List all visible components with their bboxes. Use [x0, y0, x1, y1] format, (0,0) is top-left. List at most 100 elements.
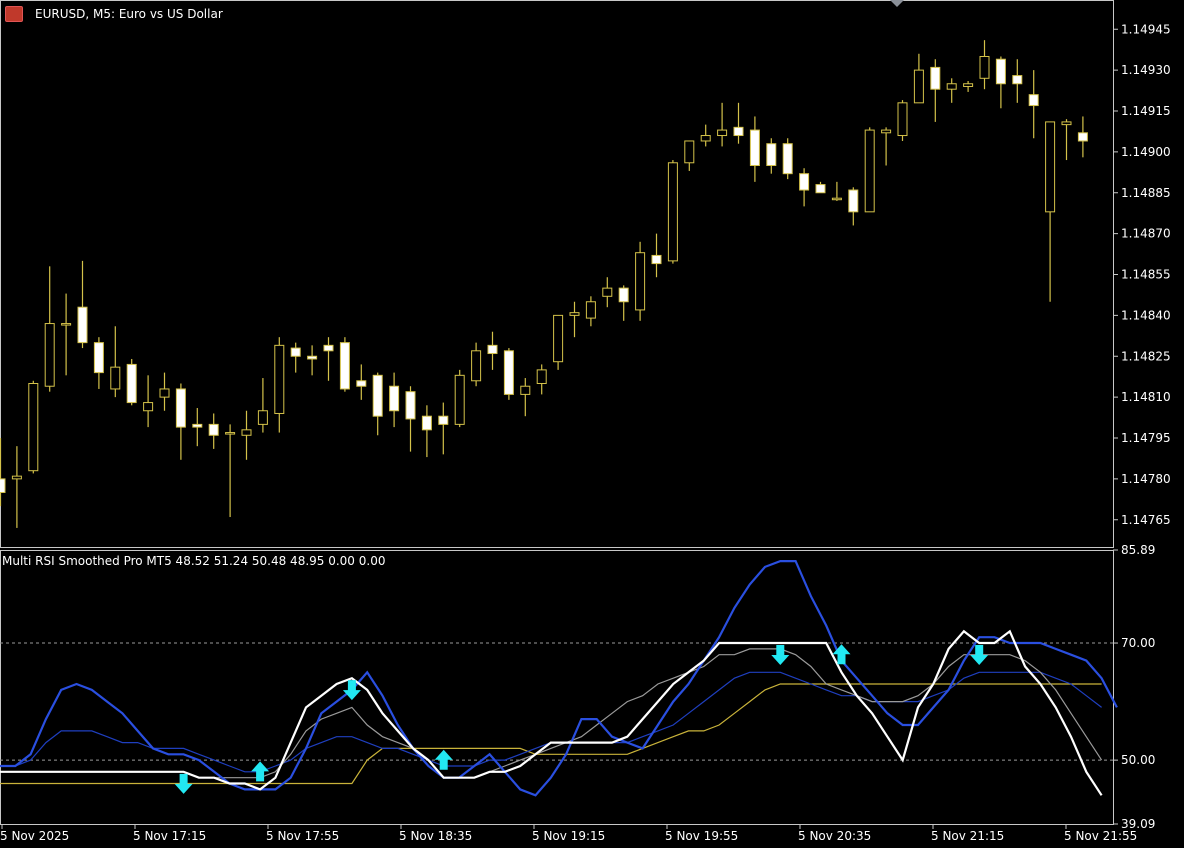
- rsi-series-line: [0, 629, 1103, 796]
- candle[interactable]: [799, 168, 810, 207]
- candle[interactable]: [175, 383, 186, 460]
- price-tick-label: 1.14825: [1121, 349, 1171, 363]
- rsi-series-line: [0, 648, 1103, 779]
- candle[interactable]: [651, 233, 662, 278]
- candle[interactable]: [782, 138, 793, 180]
- candle[interactable]: [536, 364, 547, 395]
- candle[interactable]: [503, 348, 514, 400]
- candle[interactable]: [520, 378, 531, 417]
- candle[interactable]: [1077, 116, 1088, 158]
- candle[interactable]: [192, 408, 203, 447]
- candle[interactable]: [913, 53, 924, 104]
- candle[interactable]: [241, 410, 252, 460]
- candle[interactable]: [618, 285, 629, 321]
- candle[interactable]: [11, 446, 22, 528]
- candle[interactable]: [585, 296, 596, 327]
- candle[interactable]: [553, 314, 564, 370]
- candle[interactable]: [28, 380, 39, 474]
- candle[interactable]: [307, 345, 318, 376]
- candle[interactable]: [77, 260, 88, 349]
- candle-body: [372, 374, 383, 417]
- time-tick-label: 5 Nov 17:55: [266, 829, 339, 843]
- candle[interactable]: [815, 181, 826, 194]
- candle[interactable]: [979, 40, 990, 90]
- candle[interactable]: [110, 326, 121, 398]
- candle-body: [126, 363, 137, 404]
- candle[interactable]: [126, 358, 137, 406]
- candle-body: [553, 314, 564, 363]
- candle[interactable]: [405, 386, 416, 452]
- candle[interactable]: [995, 56, 1006, 109]
- symbol-label: EURUSD, M5: Euro vs US Dollar: [35, 7, 223, 21]
- candle-body: [0, 478, 6, 493]
- candle[interactable]: [930, 59, 941, 122]
- candle[interactable]: [717, 102, 728, 147]
- candle-body: [651, 254, 662, 265]
- candle[interactable]: [635, 241, 646, 321]
- candle[interactable]: [881, 127, 892, 166]
- candle[interactable]: [766, 138, 777, 174]
- candle-body: [175, 388, 186, 428]
- candle[interactable]: [471, 342, 482, 387]
- candle[interactable]: [749, 116, 760, 182]
- candle[interactable]: [323, 337, 334, 381]
- candle-body: [766, 143, 777, 166]
- candle-body: [717, 129, 728, 137]
- candle-body: [700, 135, 711, 142]
- chart-canvas[interactable]: 1.14945 1.14930 1.14915 1.14900 1.14885 1.148…: [0, 0, 1184, 848]
- candle[interactable]: [225, 424, 236, 518]
- candle[interactable]: [831, 181, 842, 201]
- candle[interactable]: [93, 337, 104, 389]
- candle[interactable]: [454, 369, 465, 428]
- candle-body: [307, 355, 318, 360]
- time-tick-label: 5 Nov 2025: [0, 829, 69, 843]
- candle[interactable]: [733, 102, 744, 144]
- time-tick-label: 5 Nov 21:15: [931, 829, 1004, 843]
- candle[interactable]: [44, 266, 55, 392]
- time-tick-label: 5 Nov 17:15: [133, 829, 206, 843]
- candle[interactable]: [274, 337, 285, 433]
- candle[interactable]: [700, 124, 711, 147]
- candle[interactable]: [61, 293, 72, 376]
- candle[interactable]: [848, 187, 859, 226]
- candle[interactable]: [602, 277, 613, 308]
- candle-body: [749, 129, 760, 166]
- candle[interactable]: [159, 372, 170, 411]
- main-frame: [0, 0, 1114, 548]
- candle[interactable]: [257, 378, 268, 433]
- candle[interactable]: [1012, 59, 1023, 103]
- time-tick-label: 5 Nov 18:35: [399, 829, 472, 843]
- candle[interactable]: [372, 372, 383, 436]
- candle[interactable]: [421, 405, 432, 458]
- candle-body: [192, 423, 203, 428]
- candle[interactable]: [290, 342, 301, 373]
- candle[interactable]: [487, 331, 498, 370]
- candle[interactable]: [963, 81, 974, 92]
- candle[interactable]: [1028, 70, 1039, 139]
- candle[interactable]: [0, 438, 6, 507]
- candle[interactable]: [1061, 119, 1072, 161]
- candle-body: [44, 323, 55, 387]
- chart-shift-marker-icon[interactable]: [890, 0, 904, 7]
- candle-body: [257, 410, 268, 425]
- price-tick-label: 1.14795: [1121, 431, 1171, 445]
- candle[interactable]: [569, 301, 580, 338]
- market-watch-icon[interactable]: [5, 6, 23, 22]
- candle-body: [77, 306, 88, 344]
- candle[interactable]: [684, 140, 695, 171]
- candle[interactable]: [438, 402, 449, 455]
- candle-body: [110, 366, 121, 390]
- candle[interactable]: [339, 337, 350, 392]
- arrow-down-icon: [771, 645, 790, 666]
- candle-body: [471, 350, 482, 382]
- candle[interactable]: [946, 78, 957, 103]
- candle[interactable]: [389, 372, 400, 428]
- candle[interactable]: [356, 364, 367, 400]
- candle[interactable]: [864, 127, 875, 213]
- candle[interactable]: [143, 375, 154, 428]
- candle[interactable]: [1045, 121, 1056, 302]
- arrow-up-icon: [251, 761, 270, 782]
- candle[interactable]: [897, 100, 908, 141]
- candle[interactable]: [208, 413, 219, 449]
- candle[interactable]: [667, 160, 678, 264]
